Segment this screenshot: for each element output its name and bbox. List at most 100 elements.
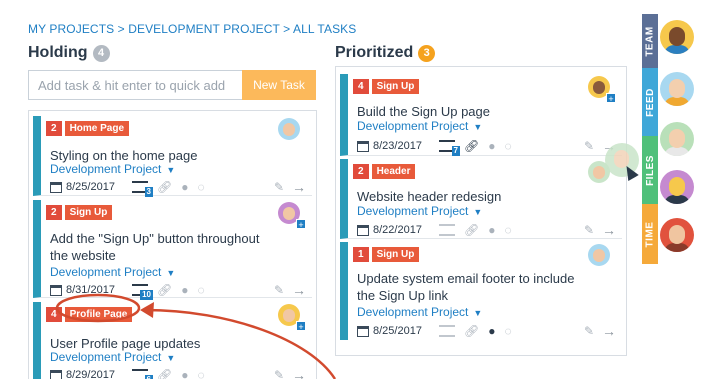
team-member-avatar[interactable] [660,218,694,252]
move-arrow-icon[interactable]: → [292,367,306,379]
category-tag[interactable]: Sign Up [371,79,420,94]
prioritized-column: 4 Sign Up + Build the Sign Up page Devel… [335,66,627,356]
edit-icon[interactable]: ✎ [274,283,284,297]
checklist-icon[interactable]: 10 [132,284,153,300]
comment-icon[interactable]: ● [181,283,188,297]
move-arrow-icon[interactable]: → [602,222,616,238]
category-tag[interactable]: Sign Up [371,247,420,262]
checklist-count: 3 [144,187,153,197]
comment-icon[interactable]: ● [488,324,495,338]
task-card[interactable]: 2 Home Page Styling on the home page Dev… [33,116,312,197]
project-link[interactable]: Development Project ▼ [50,265,175,279]
attachment-icon[interactable]: 🔗︎ [464,324,479,338]
attachment-icon[interactable]: 🔗︎ [464,139,479,153]
task-card[interactable]: 4 Sign Up + Build the Sign Up page Devel… [340,74,622,156]
comment-icon[interactable]: ● [488,223,495,237]
project-link[interactable]: Development Project ▼ [50,162,175,176]
task-card[interactable]: 2 Header Website header redesign Develop… [340,159,622,239]
category-tag[interactable]: Profile Page [64,307,133,322]
chevron-down-icon[interactable]: ▼ [473,308,482,318]
attachment-icon[interactable]: 🔗︎ [157,283,172,297]
checklist-icon[interactable]: 6 [132,369,153,379]
attachment-icon[interactable]: 🔗︎ [464,223,479,237]
checklist-icon[interactable]: 3 [132,181,153,197]
chevron-down-icon[interactable]: ▼ [473,122,482,132]
attachment-icon[interactable]: 🔗︎ [157,368,172,379]
quick-add-input[interactable] [28,70,242,100]
due-date[interactable]: 8/22/2017 [373,224,439,236]
tab-team-label: TEAM [644,25,656,57]
prioritized-title: Prioritized [335,44,414,61]
move-arrow-icon[interactable]: → [292,179,306,195]
tab-team[interactable]: TEAM [642,14,658,68]
new-task-button[interactable]: New Task [242,70,316,100]
task-title[interactable]: Add the "Sign Up" button throughout the … [50,230,280,264]
project-link[interactable]: Development Project ▼ [357,204,482,218]
task-title[interactable]: Update system email footer to include th… [357,270,577,304]
prioritized-column-title: Prioritized 3 [335,44,436,62]
breadcrumb[interactable]: MY PROJECTS > DEVELOPMENT PROJECT > ALL … [28,22,356,36]
card-meta: 8/31/2017 10 🔗︎ ● ◌ ✎ → [50,282,306,300]
tab-time[interactable]: TIME [642,204,658,264]
team-member-avatar[interactable] [660,72,694,106]
timer-icon[interactable]: ◌ [197,368,204,379]
assignee-avatar[interactable]: + [588,76,616,104]
chevron-down-icon[interactable]: ▼ [166,268,175,278]
assignee-avatar[interactable]: + [278,304,306,332]
category-tag[interactable]: Header [371,164,416,179]
edit-icon[interactable]: ✎ [274,180,284,194]
task-card[interactable]: 4 Profile Page + User Profile page updat… [33,302,312,379]
comment-icon[interactable]: ● [488,139,495,153]
category-tag[interactable]: Sign Up [64,205,113,220]
task-card[interactable]: 2 Sign Up + Add the "Sign Up" button thr… [33,200,312,300]
checklist-icon[interactable] [439,325,455,337]
due-date[interactable]: 8/29/2017 [66,369,132,379]
chevron-down-icon[interactable]: ▼ [166,353,175,363]
project-name: Development Project [357,305,469,319]
project-name: Development Project [357,119,469,133]
task-title[interactable]: Build the Sign Up page [357,103,490,120]
due-date[interactable]: 8/25/2017 [373,325,439,337]
project-link[interactable]: Development Project ▼ [50,350,175,364]
assignee-avatar[interactable] [278,118,304,144]
task-title[interactable]: Website header redesign [357,188,501,205]
team-member-avatar[interactable] [660,170,694,204]
comment-icon[interactable]: ● [181,180,188,194]
timer-icon[interactable]: ◌ [197,283,204,297]
chevron-down-icon[interactable]: ▼ [166,165,175,175]
timer-icon[interactable]: ◌ [504,139,511,153]
timer-icon[interactable]: ◌ [504,324,511,338]
timer-icon[interactable]: ◌ [504,223,511,237]
chevron-down-icon[interactable]: ▼ [473,207,482,217]
project-link[interactable]: Development Project ▼ [357,119,482,133]
assignee-avatar[interactable]: + [278,202,306,230]
task-card[interactable]: 1 Sign Up Update system email footer to … [340,242,622,340]
add-assignee-icon[interactable]: + [296,321,306,332]
card-tags: 2 Header [353,164,416,179]
comment-icon[interactable]: ● [181,368,188,379]
timer-icon[interactable]: ◌ [197,180,204,194]
edit-icon[interactable]: ✎ [584,324,594,338]
project-link[interactable]: Development Project ▼ [357,305,482,319]
team-member-avatar[interactable] [660,20,694,54]
checklist-count: 6 [144,375,153,379]
move-arrow-icon[interactable]: → [292,282,306,298]
move-arrow-icon[interactable]: → [602,323,616,339]
edit-icon[interactable]: ✎ [584,139,594,153]
add-assignee-icon[interactable]: + [606,93,616,104]
tab-files[interactable]: FILES [642,136,658,204]
edit-icon[interactable]: ✎ [584,223,594,237]
edit-icon[interactable]: ✎ [274,368,284,379]
checklist-icon[interactable]: 7 [439,140,460,156]
team-member-avatar[interactable] [660,122,694,156]
assignee-avatar[interactable] [588,244,614,270]
add-assignee-icon[interactable]: + [296,219,306,230]
due-date[interactable]: 8/31/2017 [66,284,132,296]
attachment-icon[interactable]: 🔗︎ [157,180,172,194]
category-tag[interactable]: Home Page [64,121,130,136]
checklist-icon[interactable] [439,224,455,236]
tab-feed[interactable]: FEED [642,68,658,136]
due-date[interactable]: 8/25/2017 [66,181,132,193]
card-tags: 4 Profile Page [46,307,133,322]
due-date[interactable]: 8/23/2017 [373,140,439,152]
